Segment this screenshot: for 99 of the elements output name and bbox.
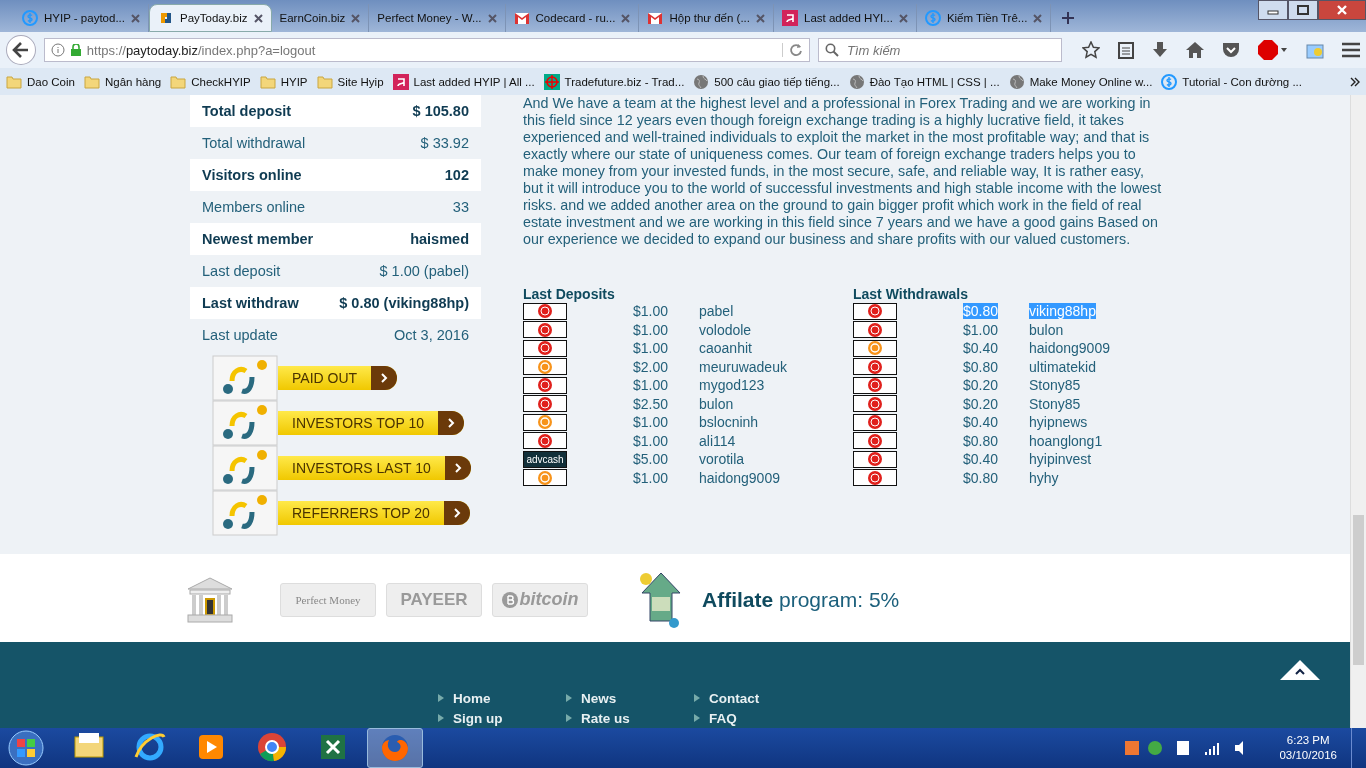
menu-button[interactable]: REFERRERS TOP 20 [278,500,470,525]
stat-value: $ 1.00 (pabel) [379,263,469,279]
username-text: bslocninh [699,414,759,431]
footer-link[interactable]: Contact [709,690,760,706]
amount-text: $2.50 [632,395,668,412]
amount-text: $2.00 [632,358,668,375]
stat-label: Members online [202,199,306,215]
username-text: volodole [699,321,752,338]
list-title: Last Withdrawals [853,286,969,302]
stat-label: Last deposit [202,263,281,279]
bookmark-item[interactable]: Ngân hàng [83,73,162,90]
amount-text: $0.20 [962,377,998,394]
list-title: Last Deposits [523,286,616,302]
username-text: viking88hp [1029,303,1096,320]
username-text: vorotila [699,451,745,468]
amount-text: $0.80 [962,303,998,320]
username-text: pabel [699,303,734,320]
bookmark-item[interactable]: CheckHYIP [170,73,251,90]
footer-link[interactable]: FAQ [709,710,737,726]
amount-text: $0.40 [962,451,998,468]
stat-label: Last withdraw [202,295,299,311]
username-text: caoanhit [699,340,752,357]
amount-text: $0.40 [962,414,998,431]
browser-tab[interactable]: PayToday.biz [148,4,272,32]
amount-text: $1.00 [632,377,668,394]
amount-text: $5.00 [632,451,668,468]
payment-logo: Perfect Money [280,582,376,617]
footer-link[interactable]: Sign up [453,710,503,726]
bookmark-item[interactable]: Last added HYIP | All ... [392,73,535,90]
menu-button[interactable]: INVESTORS TOP 10 [278,410,465,435]
stat-value: Oct 3, 2016 [394,327,469,343]
menu-button[interactable]: PAID OUT [278,365,398,390]
stat-value: 33 [452,199,469,215]
stat-label: Last update [202,327,278,343]
amount-text: $0.80 [962,469,998,486]
username-text: hyhy [1029,469,1059,486]
bookmark-item[interactable]: Dao Coin [6,73,75,90]
tab-title: Perfect Money - W... [377,12,482,24]
bookmark-item[interactable]: 500 câu giao tiếp tiếng... [693,73,840,90]
username-text: meuruwadeuk [699,358,787,375]
stat-label: Visitors online [202,167,302,183]
tab-title: PayToday.biz [179,12,248,24]
username-text: hyipnews [1029,414,1088,431]
amount-text: $1.00 [632,469,668,486]
bookmark-item[interactable]: Make Money Online w... [1008,73,1153,90]
tab-title: Codecard - ru... [535,12,616,24]
tab-title: Last added HYI... [804,12,893,24]
username-text: ultimatekid [1029,358,1096,375]
search-field[interactable]: Tìm kiếm [818,38,1062,62]
stat-label: Newest member [202,231,314,247]
bookmark-item[interactable]: HYIP [259,73,308,90]
amount-text: $0.80 [962,432,998,449]
bookmark-item[interactable]: Đào Tạo HTML | CSS | ... [848,73,1000,90]
amount-text: $0.80 [962,358,998,375]
amount-text: $0.40 [962,340,998,357]
amount-text: $0.20 [962,395,998,412]
tab-title: HYIP - paytod... [44,12,125,24]
amount-text: $1.00 [632,432,668,449]
username-text: Stony85 [1029,377,1081,394]
amount-text: $1.00 [632,414,668,431]
amount-text: $1.00 [632,321,668,338]
tab-title: EarnCoin.biz [279,12,346,24]
url-text: https://paytoday.biz/index.php?a=logout [86,42,317,58]
clock-time[interactable]: 6:23 PM [1286,733,1330,748]
bookmark-item[interactable]: Tutorial - Con đường ... [1161,73,1302,90]
bookmark-item[interactable]: Site Hyip [316,73,384,90]
username-text: Stony85 [1029,395,1081,412]
username-text: hyipinvest [1029,451,1092,468]
stat-value: $ 0.80 (viking88hp) [339,295,469,311]
username-text: bulon [1029,321,1064,338]
footer-link[interactable]: Rate us [581,710,630,726]
stat-value: 102 [444,167,469,183]
stat-value: $ 105.80 [412,103,469,119]
username-text: bulon [699,395,734,412]
payment-logo: PAYEER [386,582,482,617]
username-text: mygod123 [699,377,765,394]
bookmark-item[interactable]: Tradefuture.biz - Trad... [543,73,685,90]
amount-text: $1.00 [962,321,998,338]
footer-link[interactable]: News [581,690,617,706]
tab-title: Hộp thư đến (... [669,12,750,24]
payment-logo: bitcoin [492,582,588,617]
clock-date[interactable]: 03/10/2016 [1279,748,1337,763]
stat-label: Total withdrawal [202,135,306,151]
stat-label: Total deposit [202,103,292,119]
stat-value: $ 33.92 [420,135,469,151]
username-text: hoanglong1 [1029,432,1103,449]
tab-title: Kiếm Tiền Trê... [946,12,1028,24]
menu-button[interactable]: INVESTORS LAST 10 [278,455,471,480]
stat-value: haismed [410,231,469,247]
address-field[interactable]: https://paytoday.biz/index.php?a=logout [43,38,810,62]
payment-method-badge: advcash [523,450,567,468]
affiliate-text: Affilate program: 5% [702,587,900,612]
username-text: haidong9009 [699,469,780,486]
username-text: ali114 [699,432,736,449]
about-paragraph: And We have a team at the highest level and a professional in Forex Trading and we are working in this field since 12 years even though foreign exchange trading is a highly lucrative field, it takes experienced and well-trained individuals to exploit the market in the most profitable way; and that is exactly where our state of uniqueness comes. Our team of foreign exchange traders helps you to make money from your invested funds, in the most secure, safe, and reliable way, It is rather easy, but it will introduce you to the world of successful investments and high stable income with the lowest risks. and we added another area on the ground to gain bigger profit which work in the field of real estate investment and we are working in this field since 7 years and we have a good gains Based on our experience we decided to expand our business and share profits with our valued customers. [523,95,1163,248]
username-text: haidong9009 [1029,340,1110,357]
amount-text: $1.00 [632,303,668,320]
footer-link[interactable]: Home [453,690,491,706]
amount-text: $1.00 [632,340,668,357]
